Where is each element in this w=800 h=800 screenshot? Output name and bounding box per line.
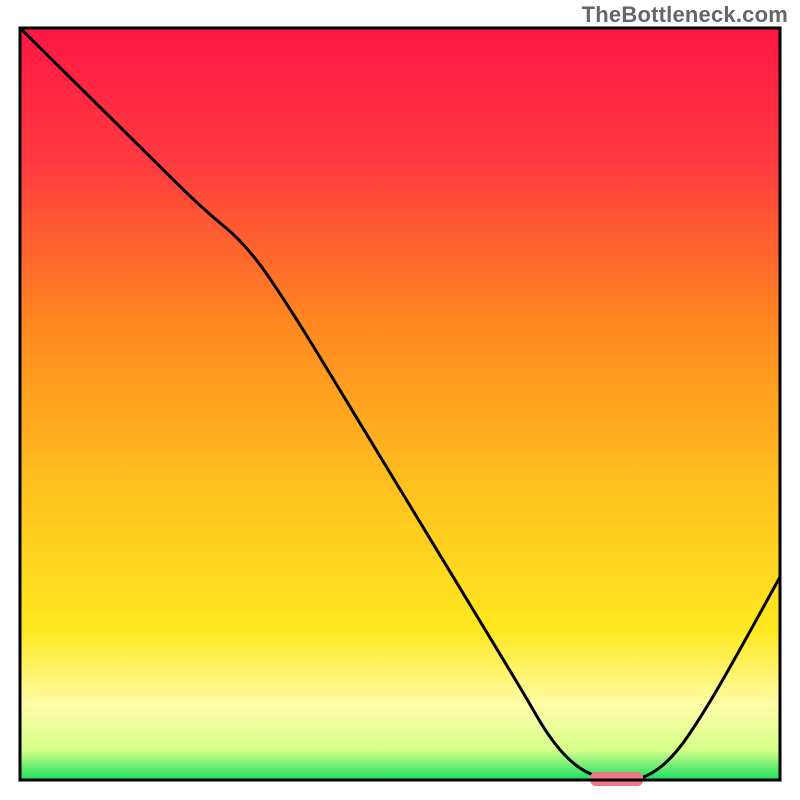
bottleneck-chart [0, 0, 800, 800]
